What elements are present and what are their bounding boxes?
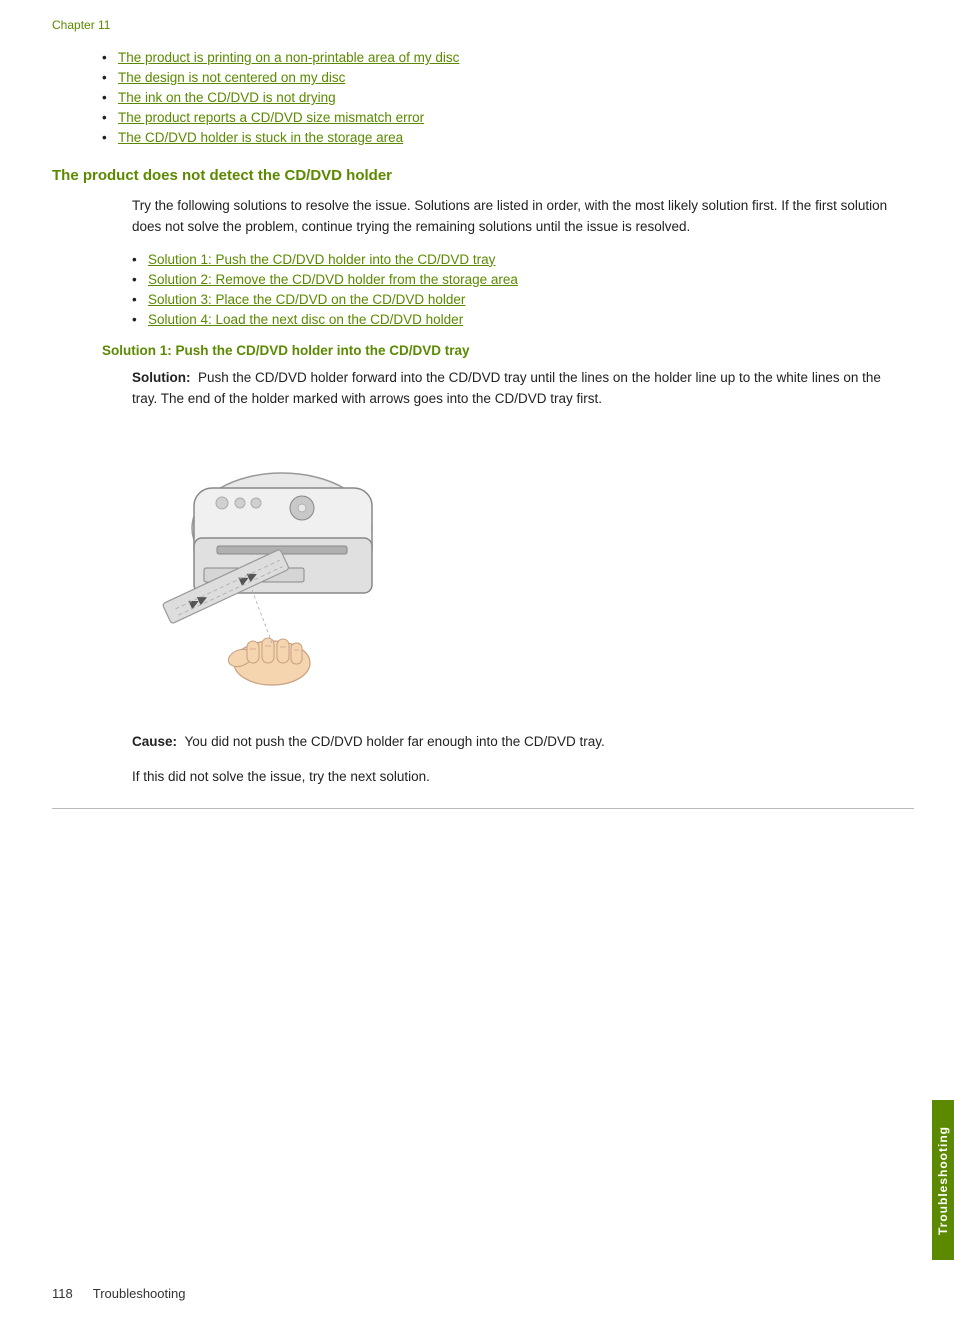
page-number: 118 [52,1286,73,1301]
printer-image: ▶▶ ▶▶ [132,428,392,708]
list-item: The ink on the CD/DVD is not drying [102,90,914,105]
sidebar-label-text: Troubleshooting [936,1126,950,1235]
page-footer: 118 Troubleshooting [52,1286,914,1301]
link-solution-1[interactable]: Solution 1: Push the CD/DVD holder into … [148,252,495,267]
chapter-label: Chapter 11 [52,18,914,32]
link-mismatch-error[interactable]: The product reports a CD/DVD size mismat… [118,110,424,125]
next-solution-text: If this did not solve the issue, try the… [132,767,894,788]
cause-body: Cause: You did not push the CD/DVD holde… [132,732,894,753]
top-bullet-list: The product is printing on a non-printab… [102,50,914,145]
link-non-printable[interactable]: The product is printing on a non-printab… [118,50,459,65]
cause-text: You did not push the CD/DVD holder far e… [185,734,605,749]
list-item: Solution 4: Load the next disc on the CD… [132,312,914,327]
link-solution-4[interactable]: Solution 4: Load the next disc on the CD… [148,312,463,327]
link-solution-3[interactable]: Solution 3: Place the CD/DVD on the CD/D… [148,292,465,307]
list-item: The product is printing on a non-printab… [102,50,914,65]
solution1-heading: Solution 1: Push the CD/DVD holder into … [102,343,914,358]
solution-label: Solution: [132,370,190,385]
solution-list: Solution 1: Push the CD/DVD holder into … [132,252,914,327]
section-divider [52,808,914,809]
link-not-centered[interactable]: The design is not centered on my disc [118,70,345,85]
list-item: Solution 2: Remove the CD/DVD holder fro… [132,272,914,287]
section-intro: Try the following solutions to resolve t… [132,196,894,238]
solution1-body: Solution: Push the CD/DVD holder forward… [132,368,894,410]
list-item: Solution 1: Push the CD/DVD holder into … [132,252,914,267]
list-item: The product reports a CD/DVD size mismat… [102,110,914,125]
link-ink-not-drying[interactable]: The ink on the CD/DVD is not drying [118,90,336,105]
solution-text: Push the CD/DVD holder forward into the … [132,370,881,406]
footer-label: Troubleshooting [93,1286,186,1301]
section-heading: The product does not detect the CD/DVD h… [52,167,914,184]
list-item: Solution 3: Place the CD/DVD on the CD/D… [132,292,914,307]
printer-svg: ▶▶ ▶▶ [132,428,392,708]
list-item: The CD/DVD holder is stuck in the storag… [102,130,914,145]
sidebar-troubleshooting: Troubleshooting [932,1100,954,1260]
link-solution-2[interactable]: Solution 2: Remove the CD/DVD holder fro… [148,272,518,287]
link-holder-stuck[interactable]: The CD/DVD holder is stuck in the storag… [118,130,403,145]
cause-label: Cause: [132,734,177,749]
list-item: The design is not centered on my disc [102,70,914,85]
